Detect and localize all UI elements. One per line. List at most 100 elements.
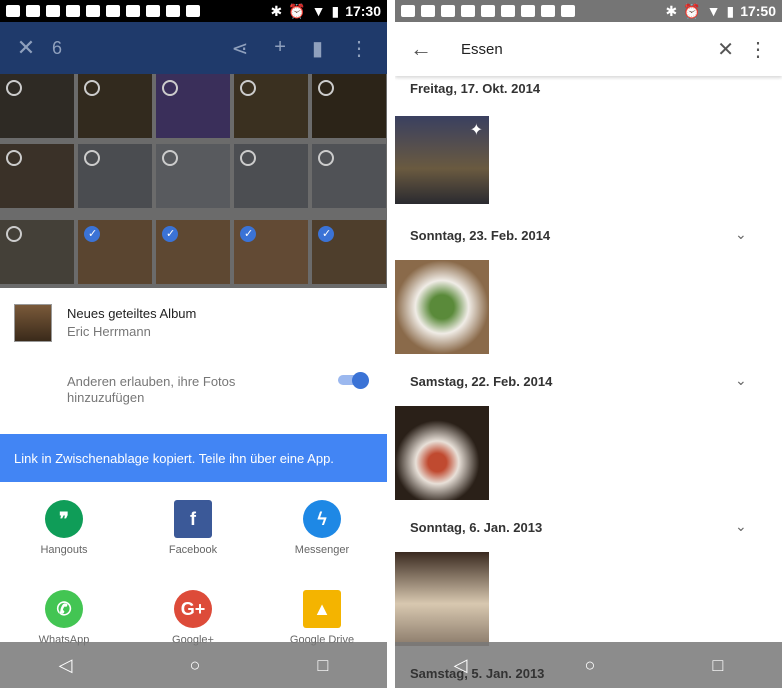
date-header: Sonntag, 6. Jan. 2013: [410, 520, 543, 535]
app-hangouts[interactable]: ❞ Hangouts: [4, 500, 124, 556]
message-icon: [6, 5, 20, 17]
whatsapp-icon: ✆: [45, 590, 83, 628]
photo-tile[interactable]: [234, 74, 308, 138]
app-label: Messenger: [294, 544, 350, 556]
album-thumbnail: [14, 304, 52, 342]
select-circle-icon[interactable]: [318, 150, 334, 166]
select-circle-icon[interactable]: [318, 80, 334, 96]
photo-tile[interactable]: [0, 74, 74, 138]
search-query[interactable]: Essen: [461, 41, 503, 58]
image-icon: [66, 5, 80, 17]
status-time: 17:30: [345, 3, 381, 19]
photo-result[interactable]: ✦: [395, 116, 489, 204]
clear-icon[interactable]: ✕: [717, 37, 734, 62]
wifi-icon: ▼: [706, 3, 721, 19]
back-nav-icon[interactable]: ◁: [59, 655, 73, 676]
album-title: Neues geteiltes Album: [67, 306, 197, 321]
photo-tile[interactable]: [156, 220, 230, 284]
photo-result[interactable]: [395, 552, 489, 646]
home-nav-icon[interactable]: ○: [190, 655, 201, 676]
wifi-icon: ▼: [311, 3, 326, 19]
photo-tile[interactable]: [78, 74, 152, 138]
app-facebook[interactable]: f Facebook: [133, 500, 253, 556]
more-icon[interactable]: ⋮: [349, 36, 369, 61]
select-circle-icon[interactable]: [84, 150, 100, 166]
photo-tile[interactable]: [156, 144, 230, 208]
share-icon[interactable]: ⋖: [232, 36, 249, 61]
briefcase-icon: [186, 5, 200, 17]
recents-nav-icon[interactable]: □: [713, 655, 724, 676]
bluetooth-icon: ✱: [665, 2, 678, 19]
battery-icon: ▮: [331, 2, 340, 19]
chevron-down-icon[interactable]: ⌄: [735, 372, 747, 389]
briefcase-icon: [541, 5, 555, 17]
select-circle-icon[interactable]: [6, 80, 22, 96]
recents-nav-icon[interactable]: □: [318, 655, 329, 676]
selected-check-icon[interactable]: [240, 226, 256, 242]
photo-tile[interactable]: [234, 220, 308, 284]
home-nav-icon[interactable]: ○: [585, 655, 596, 676]
photo-tile[interactable]: [0, 144, 74, 208]
google-drive-icon: ▲: [303, 590, 341, 628]
photo-tile[interactable]: [312, 74, 386, 138]
briefcase-icon: [561, 5, 575, 17]
mail-icon: [46, 5, 60, 17]
app-label: Facebook: [168, 544, 218, 556]
selected-check-icon[interactable]: [162, 226, 178, 242]
snackbar-text: Link in Zwischenablage kopiert. Teile ih…: [14, 450, 334, 466]
app-google-drive[interactable]: ▲ Google Drive: [262, 590, 382, 646]
photo-tile[interactable]: [156, 74, 230, 138]
hangouts-icon: ❞: [45, 500, 83, 538]
status-bar: ✱ ⏰ ▼ ▮ 17:50: [395, 0, 782, 22]
app-messenger[interactable]: ϟ Messenger: [262, 500, 382, 556]
photo-tile[interactable]: [312, 144, 386, 208]
more-icon[interactable]: ⋮: [734, 37, 782, 62]
photo-tile[interactable]: [234, 144, 308, 208]
close-icon[interactable]: ✕: [0, 35, 52, 61]
add-icon[interactable]: +: [274, 36, 286, 61]
delete-icon[interactable]: ▮: [312, 36, 323, 61]
image-icon: [461, 5, 475, 17]
album-owner: Eric Herrmann: [67, 324, 151, 339]
selected-count: 6: [52, 37, 63, 58]
selected-check-icon[interactable]: [318, 226, 334, 242]
nav-bar: ◁ ○ □: [395, 642, 782, 688]
chevron-down-icon[interactable]: ⌄: [735, 518, 747, 535]
select-circle-icon[interactable]: [84, 80, 100, 96]
panel-divider: [387, 0, 395, 688]
messenger-icon: ϟ: [303, 500, 341, 538]
photo-tile[interactable]: [78, 220, 152, 284]
photo-result[interactable]: [395, 406, 489, 500]
select-circle-icon[interactable]: [162, 80, 178, 96]
b-icon: [86, 5, 100, 17]
auto-awesome-icon: ✦: [469, 122, 483, 139]
facebook-icon: f: [174, 500, 212, 538]
select-circle-icon[interactable]: [240, 80, 256, 96]
briefcase-icon: [146, 5, 160, 17]
app-whatsapp[interactable]: ✆ WhatsApp: [4, 590, 124, 646]
search-results: Freitag, 17. Okt. 2014 ✦ Sonntag, 23. Fe…: [395, 76, 782, 688]
back-arrow-icon[interactable]: ←: [395, 36, 447, 62]
photo-tile[interactable]: [78, 144, 152, 208]
left-screen: ✱ ⏰ ▼ ▮ 17:30 ✕ 6 ⋖ + ▮ ⋮ ✓ ✓ ✓ ✓ Neues …: [0, 0, 387, 688]
dropbox-icon: [106, 5, 120, 17]
alarm-icon: ⏰: [683, 2, 701, 19]
status-time: 17:50: [740, 3, 776, 19]
chevron-down-icon[interactable]: ⌄: [735, 226, 747, 243]
bluetooth-icon: ✱: [270, 2, 283, 19]
select-circle-icon[interactable]: [6, 226, 22, 242]
photo-result[interactable]: [395, 260, 489, 354]
select-circle-icon[interactable]: [240, 150, 256, 166]
photo-tile[interactable]: [312, 220, 386, 284]
briefcase-icon: [521, 5, 535, 17]
selection-appbar: ✕ 6 ⋖ + ▮ ⋮: [0, 22, 387, 74]
briefcase-icon: [166, 5, 180, 17]
nav-bar: ◁ ○ □: [0, 642, 387, 688]
selected-check-icon[interactable]: [84, 226, 100, 242]
app-googleplus[interactable]: G+ Google+: [133, 590, 253, 646]
select-circle-icon[interactable]: [162, 150, 178, 166]
android-icon: [441, 5, 455, 17]
photo-tile[interactable]: [0, 220, 74, 284]
select-circle-icon[interactable]: [6, 150, 22, 166]
allow-contributions-toggle[interactable]: [338, 372, 369, 389]
